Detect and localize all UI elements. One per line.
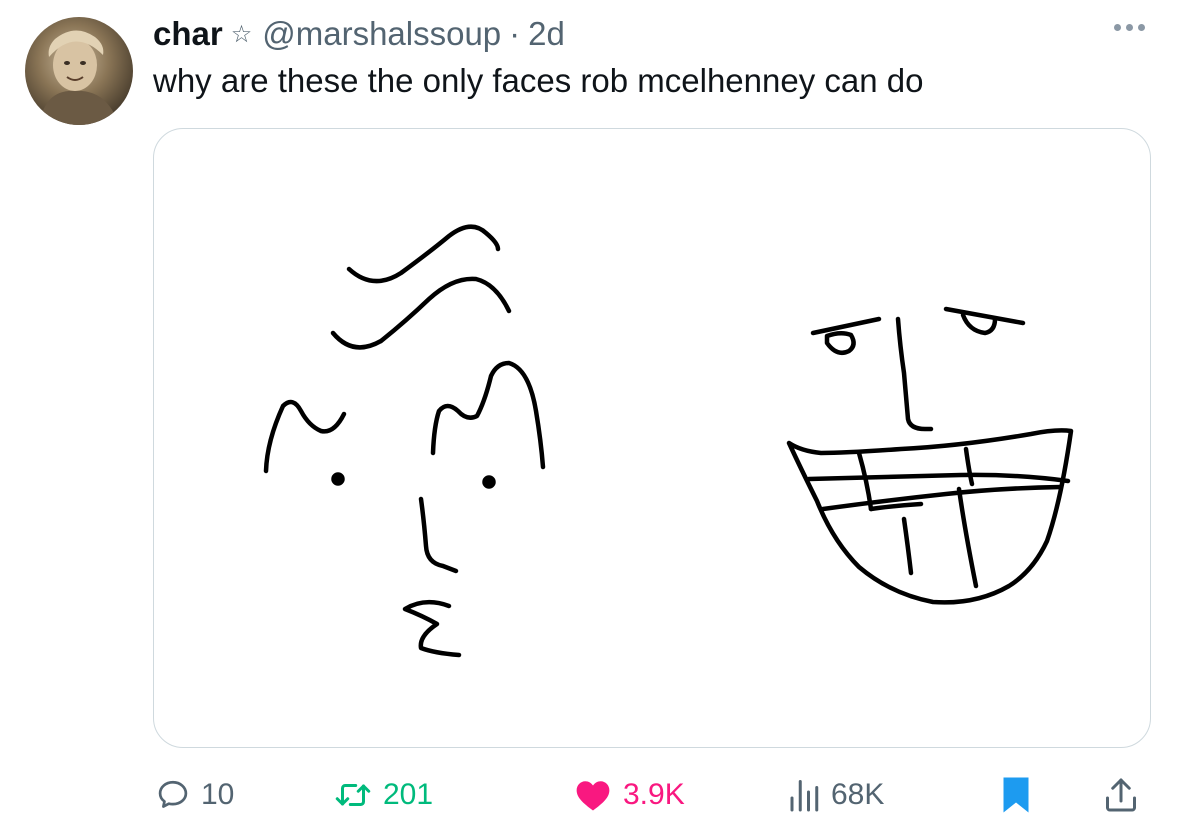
like-button[interactable]: 3.9K [573, 770, 685, 820]
retweet-arrows-icon [335, 784, 371, 806]
bar-chart-icon [790, 780, 819, 812]
face-drawings [263, 224, 1074, 658]
separator: · [509, 15, 521, 52]
retweet-button[interactable]: 201 [333, 770, 433, 820]
display-name[interactable]: char [153, 15, 223, 53]
like-count: 3.9K [623, 778, 685, 811]
view-count: 68K [831, 778, 885, 811]
timestamp[interactable]: 2d [528, 15, 565, 53]
avatar-photo [39, 30, 119, 125]
bookmark-filled-icon [1003, 777, 1029, 813]
bookmark-button[interactable] [1001, 770, 1031, 820]
tweet-text: why are these the only faces rob mcelhen… [153, 62, 924, 99]
more-horizontal-icon[interactable] [1114, 24, 1145, 31]
avatar[interactable] [25, 17, 133, 125]
speech-bubble-icon [158, 780, 188, 808]
reply-count: 10 [201, 778, 235, 811]
tweet[interactable]: char ☆ @marshalssoup · 2d why are these … [0, 0, 1179, 840]
tweet-header: char ☆ @marshalssoup · 2d [153, 14, 565, 54]
reply-button[interactable]: 10 [155, 770, 234, 820]
share-upload-icon [1106, 778, 1136, 812]
heart-filled-icon [576, 781, 610, 811]
share-button[interactable] [1103, 770, 1139, 820]
retweet-count: 201 [383, 778, 434, 811]
star-icon: ☆ [230, 20, 253, 48]
views-button[interactable]: 68K [787, 770, 884, 820]
user-handle[interactable]: @marshalssoup [262, 15, 501, 53]
media-image[interactable] [153, 128, 1151, 748]
action-bar: 10 201 3.9K 68K [153, 770, 1151, 820]
